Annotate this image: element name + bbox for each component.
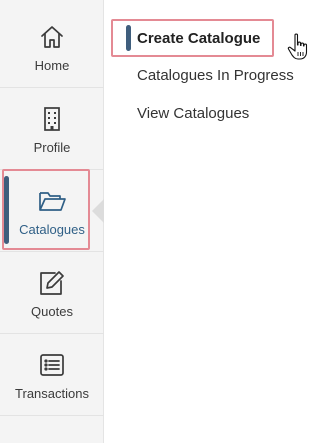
building-icon xyxy=(37,104,67,134)
submenu: Create Catalogue Catalogues In Progress … xyxy=(104,0,331,443)
hand-cursor-icon xyxy=(287,33,308,60)
sidebar-item-transactions[interactable]: Transactions xyxy=(0,334,104,416)
home-icon xyxy=(37,22,67,52)
sidebar-item-label: Home xyxy=(34,58,70,73)
sidebar-item-label: Transactions xyxy=(15,386,89,401)
submenu-item-catalogues-in-progress[interactable]: Catalogues In Progress xyxy=(137,67,294,84)
sidebar-item-profile[interactable]: Profile xyxy=(0,88,104,170)
edit-icon xyxy=(37,268,67,298)
highlight-box-create-catalogue xyxy=(111,19,274,57)
sidebar-item-label: Profile xyxy=(33,140,71,155)
sidebar-item-quotes[interactable]: Quotes xyxy=(0,252,104,334)
submenu-pointer xyxy=(92,199,104,223)
sidebar-item-label: Quotes xyxy=(31,304,73,319)
list-icon xyxy=(37,350,67,380)
highlight-box-catalogues xyxy=(2,169,90,250)
submenu-item-view-catalogues[interactable]: View Catalogues xyxy=(137,105,249,122)
sidebar-item-home[interactable]: Home xyxy=(0,6,104,88)
